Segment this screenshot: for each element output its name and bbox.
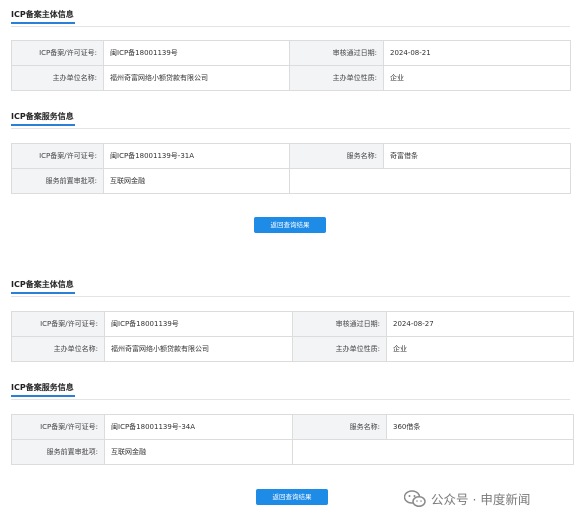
license-label: ICP备案/许可证号: xyxy=(11,40,104,66)
approval-date-label: 审核通过日期: xyxy=(292,311,387,337)
table-row: ICP备案/许可证号: 闽ICP备18001139号-31A 服务名称: 奇富借… xyxy=(11,143,571,169)
service-info-table: ICP备案/许可证号: 闽ICP备18001139号-34A 服务名称: 360… xyxy=(11,414,574,465)
table-row: 主办单位名称: 福州奇富网络小额贷款有限公司 主办单位性质: 企业 xyxy=(11,336,574,362)
approval-date-value: 2024-08-21 xyxy=(383,40,571,66)
subject-info-table: ICP备案/许可证号: 闽ICP备18001139号 审核通过日期: 2024-… xyxy=(11,311,574,362)
table-row: 服务前置审批项: 互联网金融 xyxy=(11,168,571,194)
service-license-value: 闽ICP备18001139号-31A xyxy=(103,143,290,169)
license-value: 闽ICP备18001139号 xyxy=(103,40,290,66)
table-row: ICP备案/许可证号: 闽ICP备18001139号 审核通过日期: 2024-… xyxy=(11,311,574,337)
subject-info-title-text: ICP备案主体信息 xyxy=(11,280,74,289)
table-row: 服务前置审批项: 互联网金融 xyxy=(11,439,574,465)
service-name-label: 服务名称: xyxy=(289,143,384,169)
service-info-title: ICP备案服务信息 xyxy=(11,111,75,126)
subject-info-title: ICP备案主体信息 xyxy=(11,9,75,24)
pre-approval-label: 服务前置审批项: xyxy=(11,168,104,194)
title-underline xyxy=(11,124,75,126)
org-name-value: 福州奇富网络小额贷款有限公司 xyxy=(103,65,290,91)
section-divider xyxy=(11,128,570,129)
title-underline xyxy=(11,395,75,397)
table-row: ICP备案/许可证号: 闽ICP备18001139号 审核通过日期: 2024-… xyxy=(11,40,571,66)
pre-approval-value: 互联网金融 xyxy=(103,168,290,194)
title-underline xyxy=(11,22,75,24)
service-info-table: ICP备案/许可证号: 闽ICP备18001139号-31A 服务名称: 奇富借… xyxy=(11,143,571,194)
wechat-watermark: 公众号 · 申度新闻 xyxy=(403,489,531,508)
wechat-icon xyxy=(403,489,426,508)
approval-date-value: 2024-08-27 xyxy=(386,311,574,337)
service-info-title-text: ICP备案服务信息 xyxy=(11,383,74,392)
back-to-results-button[interactable]: 返回查询结果 xyxy=(256,489,328,505)
pre-approval-value: 互联网金融 xyxy=(104,439,293,465)
empty-cell xyxy=(289,168,571,194)
org-name-value: 福州奇富网络小额贷款有限公司 xyxy=(104,336,293,362)
service-name-value: 奇富借条 xyxy=(383,143,571,169)
service-license-label: ICP备案/许可证号: xyxy=(11,414,105,440)
license-value: 闽ICP备18001139号 xyxy=(104,311,293,337)
section-divider xyxy=(11,26,570,27)
org-name-label: 主办单位名称: xyxy=(11,336,105,362)
watermark-text: 公众号 · 申度新闻 xyxy=(431,492,531,507)
table-row: ICP备案/许可证号: 闽ICP备18001139号-34A 服务名称: 360… xyxy=(11,414,574,440)
license-label: ICP备案/许可证号: xyxy=(11,311,105,337)
section-divider xyxy=(11,399,570,400)
empty-cell xyxy=(292,439,574,465)
table-row: 主办单位名称: 福州奇富网络小额贷款有限公司 主办单位性质: 企业 xyxy=(11,65,571,91)
subject-info-table: ICP备案/许可证号: 闽ICP备18001139号 审核通过日期: 2024-… xyxy=(11,40,571,91)
service-info-title-text: ICP备案服务信息 xyxy=(11,112,74,121)
org-nature-label: 主办单位性质: xyxy=(289,65,384,91)
org-nature-value: 企业 xyxy=(383,65,571,91)
service-license-label: ICP备案/许可证号: xyxy=(11,143,104,169)
service-name-label: 服务名称: xyxy=(292,414,387,440)
title-underline xyxy=(11,292,75,294)
approval-date-label: 审核通过日期: xyxy=(289,40,384,66)
org-nature-value: 企业 xyxy=(386,336,574,362)
service-info-title: ICP备案服务信息 xyxy=(11,382,75,397)
pre-approval-label: 服务前置审批项: xyxy=(11,439,105,465)
org-name-label: 主办单位名称: xyxy=(11,65,104,91)
section-divider xyxy=(11,296,570,297)
back-to-results-button[interactable]: 返回查询结果 xyxy=(254,217,326,233)
service-license-value: 闽ICP备18001139号-34A xyxy=(104,414,293,440)
service-name-value: 360借条 xyxy=(386,414,574,440)
subject-info-title: ICP备案主体信息 xyxy=(11,279,75,294)
org-nature-label: 主办单位性质: xyxy=(292,336,387,362)
subject-info-title-text: ICP备案主体信息 xyxy=(11,10,74,19)
